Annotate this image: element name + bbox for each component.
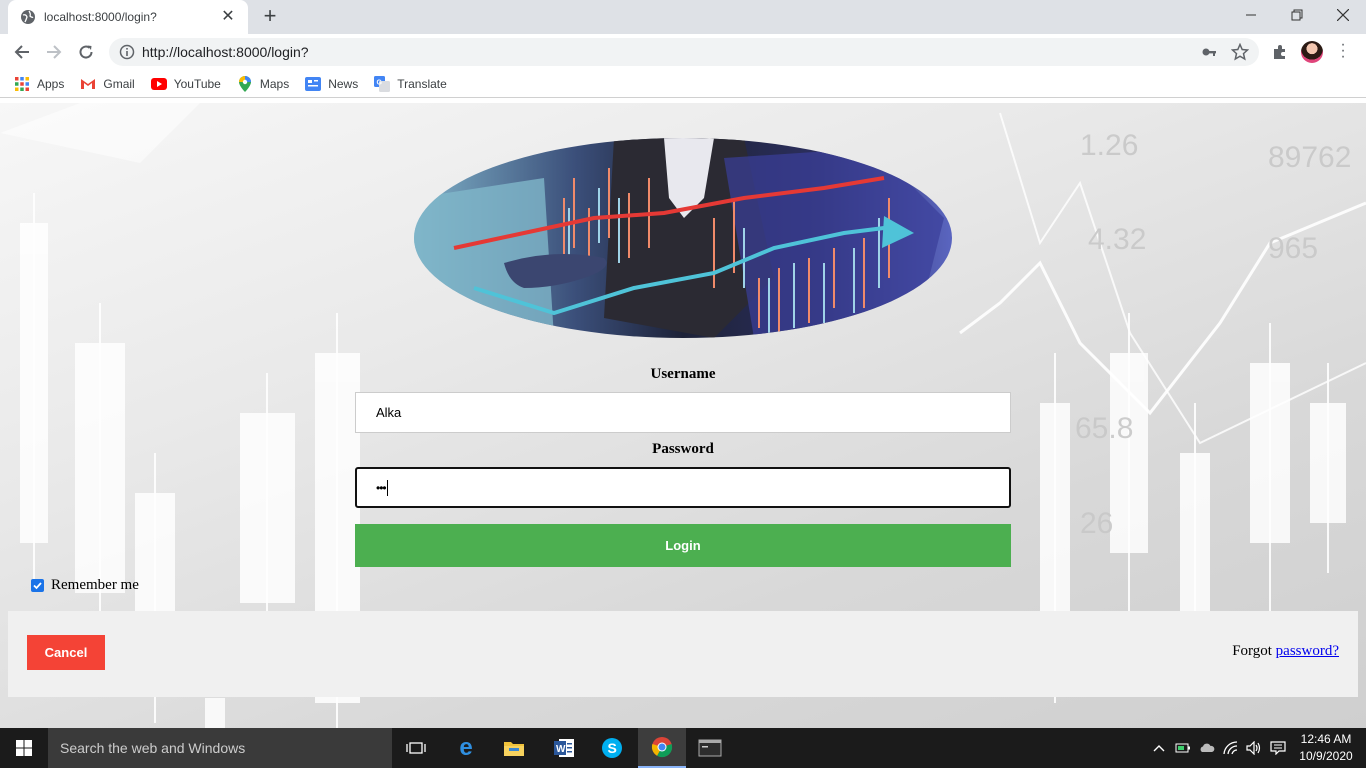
- chrome-icon[interactable]: [638, 728, 686, 768]
- bookmark-translate[interactable]: G Translate: [374, 75, 447, 92]
- edge-icon[interactable]: e: [442, 728, 490, 768]
- menu-dots-icon[interactable]: · · ·: [1336, 37, 1350, 65]
- taskbar-search-placeholder: Search the web and Windows: [60, 740, 246, 756]
- username-input[interactable]: Alka: [355, 392, 1011, 433]
- bookmark-label: Apps: [37, 76, 65, 91]
- url-text: http://localhost:8000/login?: [142, 44, 309, 60]
- notifications-icon[interactable]: [1270, 740, 1286, 756]
- remember-label: Remember me: [51, 577, 139, 593]
- profile-avatar[interactable]: [1301, 41, 1323, 63]
- bookmark-label: YouTube: [173, 76, 221, 91]
- bookmark-label: News: [328, 76, 359, 91]
- battery-icon[interactable]: [1175, 740, 1191, 756]
- new-tab-button[interactable]: +: [260, 5, 280, 27]
- bg-number: 4.32: [1088, 223, 1146, 256]
- word-icon[interactable]: W: [540, 728, 588, 768]
- tab-title: localhost:8000/login?: [44, 10, 157, 24]
- bookmarks-bar: Apps Gmail YouTube Maps News G Translate: [0, 70, 1366, 98]
- maps-pin-icon: [237, 75, 253, 92]
- trading-hero-image: [414, 138, 952, 338]
- apps-grid-icon: [14, 76, 30, 92]
- forgot-password: Forgot password?: [1232, 643, 1339, 660]
- remember-checkbox[interactable]: [31, 579, 44, 592]
- clock-date: 10/9/2020: [1299, 749, 1353, 763]
- username-label: Username: [650, 366, 716, 382]
- windows-taskbar: Search the web and Windows e W S 12:46 A…: [0, 728, 1366, 768]
- reload-icon[interactable]: [74, 40, 98, 64]
- terminal-icon[interactable]: [686, 728, 734, 768]
- bookmark-star-icon[interactable]: [1231, 43, 1249, 61]
- login-footer: Cancel Forgot password?: [8, 611, 1358, 697]
- globe-icon: [21, 10, 35, 24]
- bookmark-apps[interactable]: Apps: [14, 76, 64, 92]
- bookmark-gmail[interactable]: Gmail: [80, 76, 135, 92]
- bg-number: 1.26: [1080, 129, 1138, 162]
- browser-tab[interactable]: localhost:8000/login? ✕: [8, 0, 248, 34]
- windows-start-icon[interactable]: [0, 728, 48, 768]
- bg-number: 26: [1080, 507, 1113, 540]
- svg-text:W: W: [556, 744, 566, 755]
- translate-icon: G: [374, 75, 391, 92]
- onedrive-icon[interactable]: [1199, 740, 1215, 756]
- restore-icon[interactable]: [1274, 0, 1320, 30]
- password-value: •••: [376, 480, 387, 495]
- checkmark-icon: [33, 582, 42, 590]
- tab-close-icon[interactable]: ✕: [220, 9, 236, 25]
- bookmark-label: Maps: [259, 76, 290, 91]
- forgot-password-link[interactable]: password?: [1276, 643, 1339, 659]
- bookmark-maps[interactable]: Maps: [237, 75, 290, 92]
- show-hidden-icons-icon[interactable]: [1151, 740, 1167, 756]
- youtube-icon: [150, 76, 167, 92]
- remember-me[interactable]: Remember me: [31, 577, 139, 594]
- bookmark-youtube[interactable]: YouTube: [150, 76, 221, 92]
- gmail-icon: [80, 76, 96, 92]
- svg-text:G: G: [377, 79, 383, 86]
- login-button[interactable]: Login: [355, 524, 1011, 567]
- info-icon[interactable]: [119, 44, 135, 60]
- task-view-icon[interactable]: [392, 728, 440, 768]
- wifi-icon[interactable]: [1223, 740, 1239, 756]
- news-icon: [305, 76, 322, 92]
- username-value: Alka: [376, 405, 402, 420]
- forgot-prefix: Forgot: [1232, 643, 1276, 659]
- back-arrow-icon[interactable]: [10, 40, 34, 64]
- taskbar-search[interactable]: Search the web and Windows: [48, 728, 392, 768]
- bg-number: 89762: [1268, 141, 1351, 174]
- password-input[interactable]: •••: [355, 467, 1011, 508]
- svg-text:S: S: [608, 740, 617, 756]
- text-cursor: [386, 479, 388, 496]
- cancel-button[interactable]: Cancel: [27, 635, 105, 670]
- file-explorer-icon[interactable]: [490, 728, 538, 768]
- key-icon[interactable]: [1201, 44, 1217, 60]
- taskbar-clock[interactable]: 12:46 AM 10/9/2020: [1296, 731, 1356, 765]
- forward-arrow-icon[interactable]: [42, 40, 66, 64]
- address-bar[interactable]: http://localhost:8000/login?: [109, 38, 1259, 66]
- volume-icon[interactable]: [1246, 740, 1262, 756]
- login-page: 1.26 89762 965 4.32 65.8 26 Username Alk…: [0, 103, 1366, 728]
- bookmark-label: Gmail: [103, 76, 135, 91]
- minimize-icon[interactable]: [1228, 0, 1274, 30]
- bookmark-label: Translate: [397, 76, 447, 91]
- extensions-puzzle-icon[interactable]: [1271, 43, 1289, 61]
- skype-icon[interactable]: S: [588, 728, 636, 768]
- clock-time: 12:46 AM: [1300, 732, 1352, 746]
- bookmark-news[interactable]: News: [305, 76, 358, 92]
- bg-number: 965: [1268, 232, 1318, 265]
- browser-toolbar: http://localhost:8000/login? · · ·: [0, 34, 1366, 70]
- tab-strip: localhost:8000/login? ✕ +: [0, 0, 1366, 34]
- password-label: Password: [652, 441, 714, 457]
- close-window-icon[interactable]: [1320, 0, 1366, 30]
